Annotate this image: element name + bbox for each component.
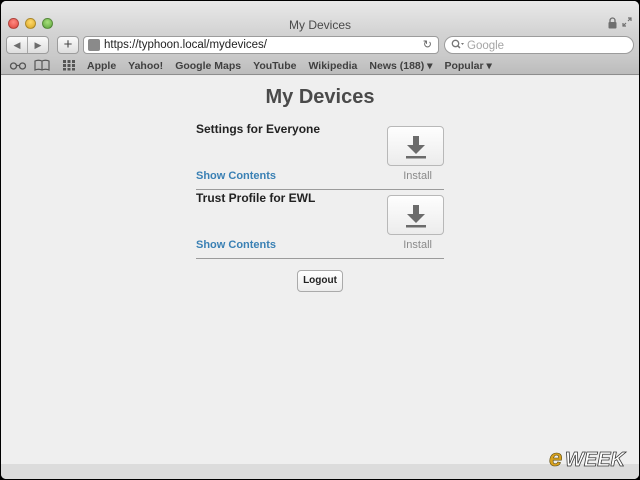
page-content: My Devices Settings for Everyone Show Co… bbox=[1, 76, 639, 464]
profile-name: Settings for Everyone bbox=[196, 122, 321, 136]
reload-icon[interactable]: ↻ bbox=[423, 38, 432, 51]
url-text[interactable]: https://typhoon.local/mydevices/ bbox=[104, 39, 267, 51]
search-input[interactable] bbox=[467, 39, 627, 52]
bookmark-apple[interactable]: Apple bbox=[87, 60, 116, 72]
bookmarks-book-icon[interactable] bbox=[34, 59, 50, 71]
download-icon bbox=[406, 136, 426, 159]
download-icon bbox=[406, 205, 426, 228]
browser-window: My Devices ◀ ▶ + https://typhoon.local/m… bbox=[1, 1, 639, 479]
eweek-watermark-logo: e WEEK bbox=[549, 445, 627, 473]
install-button[interactable] bbox=[387, 195, 444, 235]
forward-button[interactable]: ▶ bbox=[27, 37, 48, 53]
profile-card: Settings for Everyone Show Contents Inst… bbox=[196, 122, 444, 190]
profile-name: Trust Profile for EWL bbox=[196, 191, 316, 205]
search-field[interactable] bbox=[444, 36, 634, 54]
address-bar[interactable]: https://typhoon.local/mydevices/ ↻ bbox=[83, 36, 439, 54]
profile-card: Trust Profile for EWL Show Contents Inst… bbox=[196, 191, 444, 259]
bookmark-youtube[interactable]: YouTube bbox=[253, 60, 296, 72]
back-button[interactable]: ◀ bbox=[7, 37, 27, 53]
svg-text:e: e bbox=[549, 445, 562, 472]
bookmark-popular-menu[interactable]: Popular ▾ bbox=[444, 60, 491, 72]
page-title: My Devices bbox=[265, 86, 375, 108]
nav-buttons: ◀ ▶ bbox=[6, 36, 49, 54]
status-bar bbox=[1, 464, 639, 479]
window-title: My Devices bbox=[288, 18, 351, 32]
favicon-icon bbox=[88, 39, 100, 51]
lock-icon bbox=[608, 17, 617, 29]
install-button[interactable] bbox=[387, 126, 444, 166]
show-contents-link[interactable]: Show Contents bbox=[196, 170, 276, 182]
title-bar: My Devices bbox=[1, 1, 639, 33]
bookmark-items: Apple Yahoo! Google Maps YouTube Wikiped… bbox=[87, 60, 492, 72]
bookmark-google-maps[interactable]: Google Maps bbox=[175, 60, 241, 72]
bookmarks-bar: Apple Yahoo! Google Maps YouTube Wikiped… bbox=[1, 57, 639, 75]
bookmark-yahoo[interactable]: Yahoo! bbox=[128, 60, 163, 72]
top-sites-grid-icon[interactable] bbox=[62, 59, 76, 71]
search-icon[interactable] bbox=[451, 39, 465, 51]
bookmark-news-menu[interactable]: News (188) ▾ bbox=[369, 60, 432, 72]
show-contents-link[interactable]: Show Contents bbox=[196, 239, 276, 251]
install-label: Install bbox=[403, 239, 432, 251]
svg-text:WEEK: WEEK bbox=[565, 449, 627, 471]
logout-button[interactable]: Logout bbox=[297, 270, 343, 292]
reading-list-icon[interactable] bbox=[9, 59, 27, 71]
fullscreen-icon[interactable] bbox=[622, 17, 632, 27]
new-tab-button[interactable]: + bbox=[57, 36, 79, 54]
toolbar: ◀ ▶ + https://typhoon.local/mydevices/ ↻ bbox=[1, 33, 639, 57]
install-label: Install bbox=[403, 170, 432, 182]
bookmark-wikipedia[interactable]: Wikipedia bbox=[308, 60, 357, 72]
